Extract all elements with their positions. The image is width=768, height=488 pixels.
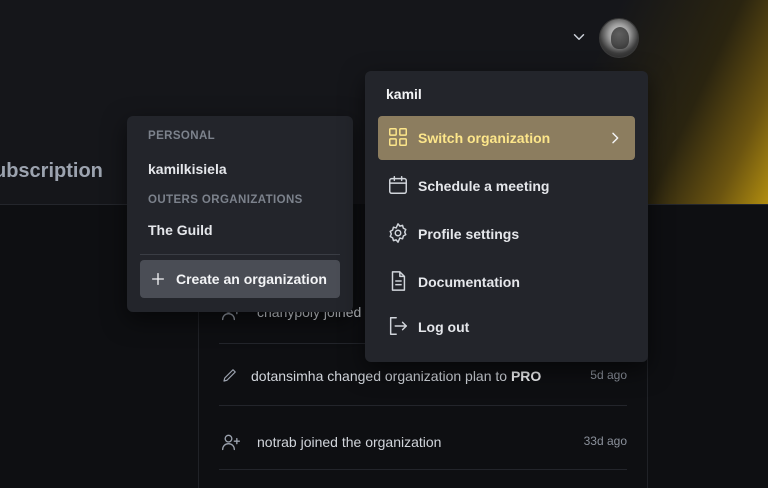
activity-time: 5d ago xyxy=(590,368,627,382)
create-organization-button[interactable]: Create an organization xyxy=(140,260,340,298)
menu-item-switch-organization[interactable]: Switch organization xyxy=(378,116,635,160)
section-label-personal: PERSONAL xyxy=(148,130,216,142)
chevron-down-icon[interactable] xyxy=(570,28,588,46)
org-item-personal[interactable]: kamilkisiela xyxy=(148,161,227,177)
create-organization-label: Create an organization xyxy=(176,271,327,287)
grid-icon xyxy=(387,126,409,148)
menu-item-schedule-meeting[interactable]: Schedule a meeting xyxy=(378,164,635,208)
plan-name: PRO xyxy=(510,368,542,384)
calendar-icon xyxy=(387,174,409,196)
logout-icon xyxy=(387,315,409,337)
activity-text: dotansimha changed organization plan to … xyxy=(251,368,542,384)
chevron-right-icon xyxy=(607,130,623,146)
activity-row: notrab joined the organization 33d ago xyxy=(219,410,627,470)
activity-text: notrab joined the organization xyxy=(257,434,442,450)
username: kamil xyxy=(386,86,422,102)
menu-item-label: Documentation xyxy=(418,274,520,290)
avatar[interactable] xyxy=(599,18,639,58)
gear-icon xyxy=(387,222,409,244)
menu-item-label: Profile settings xyxy=(418,226,520,242)
user-menu: kamil Switch organization Schedule a mee… xyxy=(365,71,648,362)
menu-item-documentation[interactable]: Documentation xyxy=(378,260,635,304)
pencil-icon xyxy=(221,366,241,386)
document-icon xyxy=(387,270,409,292)
section-label-outers: OUTERS ORGANIZATIONS xyxy=(148,194,303,206)
divider xyxy=(140,254,340,255)
organization-submenu: PERSONAL kamilkisiela OUTERS ORGANIZATIO… xyxy=(127,116,353,312)
menu-item-label: Schedule a meeting xyxy=(418,178,550,194)
user-plus-icon xyxy=(221,432,241,452)
menu-item-label: Log out xyxy=(418,319,470,335)
menu-item-profile-settings[interactable]: Profile settings xyxy=(378,212,635,256)
activity-time: 33d ago xyxy=(583,434,627,448)
plus-icon xyxy=(150,271,166,287)
menu-item-log-out[interactable]: Log out xyxy=(378,305,635,349)
page-heading: ubscription xyxy=(0,160,103,182)
menu-item-label: Switch organization xyxy=(418,130,551,146)
org-item-the-guild[interactable]: The Guild xyxy=(148,222,213,238)
